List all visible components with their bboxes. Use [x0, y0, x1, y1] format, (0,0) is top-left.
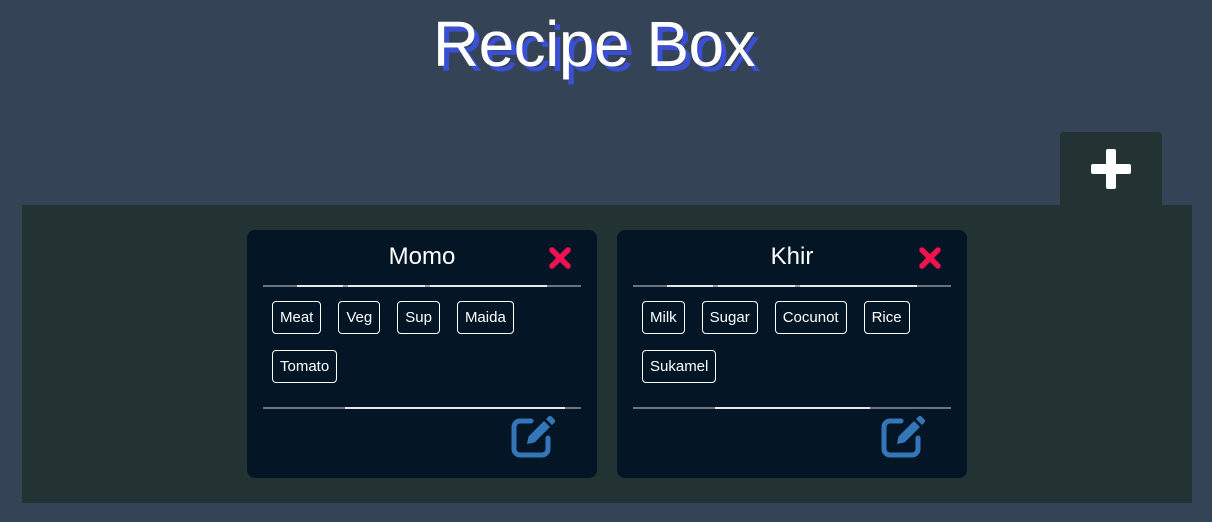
- divider: [263, 285, 581, 287]
- ingredient-tag: Sup: [397, 301, 440, 334]
- edit-recipe-button[interactable]: [511, 414, 557, 458]
- edit-icon: [511, 415, 556, 458]
- ingredient-tag: Sugar: [701, 301, 758, 334]
- divider: [263, 407, 581, 409]
- ingredient-tag: Rice: [863, 301, 910, 334]
- divider: [633, 407, 951, 409]
- page-title: Recipe Box: [432, 8, 756, 80]
- ingredient-tag: Tomato: [272, 350, 338, 383]
- delete-recipe-button[interactable]: [918, 246, 942, 270]
- ingredient-list: Milk Sugar Cocunot Rice Sukamel: [642, 301, 952, 383]
- recipe-title: Momo: [388, 243, 456, 270]
- ingredient-tag: Milk: [642, 301, 685, 334]
- plus-icon: [1091, 149, 1131, 189]
- edit-icon: [881, 415, 926, 458]
- ingredient-tag: Maida: [456, 301, 514, 334]
- recipe-card: Khir Milk Sugar Cocunot Rice Sukamel: [617, 230, 967, 478]
- delete-recipe-button[interactable]: [548, 246, 572, 270]
- divider: [633, 285, 951, 287]
- ingredient-tag: Meat: [272, 301, 322, 334]
- edit-recipe-button[interactable]: [881, 414, 927, 458]
- recipe-list-panel: Momo Meat Veg Sup Maida Tomato Khir Milk…: [22, 205, 1192, 503]
- add-recipe-button[interactable]: [1060, 132, 1162, 206]
- close-icon: [549, 247, 571, 269]
- ingredient-tag: Veg: [338, 301, 381, 334]
- recipe-title: Khir: [770, 243, 814, 270]
- recipe-card: Momo Meat Veg Sup Maida Tomato: [247, 230, 597, 478]
- close-icon: [919, 247, 941, 269]
- ingredient-tag: Cocunot: [774, 301, 847, 334]
- ingredient-list: Meat Veg Sup Maida Tomato: [272, 301, 582, 383]
- ingredient-tag: Sukamel: [642, 350, 717, 383]
